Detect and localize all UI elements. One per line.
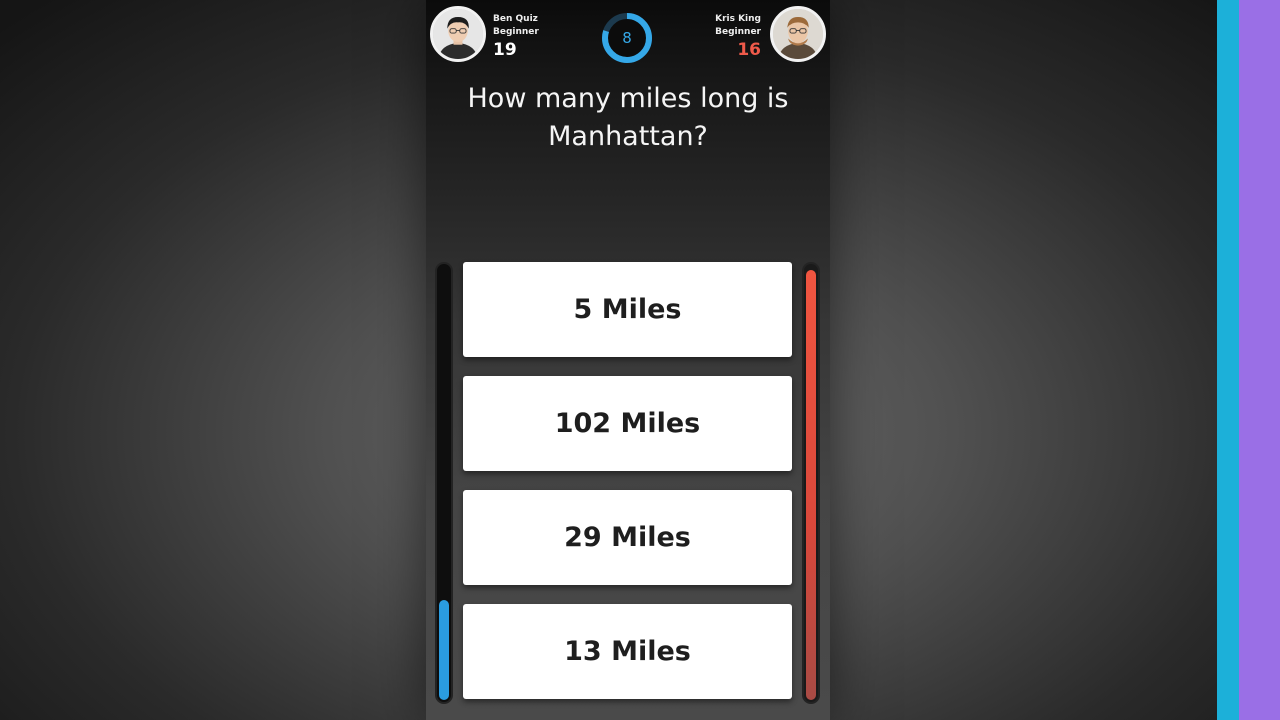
player1-progress-fill xyxy=(439,600,449,700)
player2-score: 16 xyxy=(737,40,761,60)
player2-name: Kris King xyxy=(715,14,761,24)
answer-option-1[interactable]: 5 Miles xyxy=(463,262,792,357)
player1-name: Ben Quiz xyxy=(493,14,538,24)
question-text: How many miles long is Manhattan? xyxy=(467,83,789,152)
side-stripe-purple xyxy=(1239,0,1280,720)
timer-value: 8 xyxy=(622,29,632,47)
answer-option-2[interactable]: 102 Miles xyxy=(463,376,792,471)
answer-option-4[interactable]: 13 Miles xyxy=(463,604,792,699)
player1-score: 19 xyxy=(493,40,517,60)
player1-progress-bar xyxy=(435,262,453,704)
answer-option-3[interactable]: 29 Miles xyxy=(463,490,792,585)
countdown-timer: 8 xyxy=(600,11,654,65)
player2-avatar xyxy=(770,6,826,62)
side-stripe-cyan xyxy=(1217,0,1239,720)
quiz-screen: Ben Quiz Beginner 19 8 Kris King Beginne… xyxy=(426,0,830,720)
player1-avatar xyxy=(430,6,486,62)
player1-level: Beginner xyxy=(493,27,539,37)
player2-level: Beginner xyxy=(715,27,761,37)
player2-progress-bar xyxy=(802,262,820,704)
player2-progress-fill xyxy=(806,270,816,700)
